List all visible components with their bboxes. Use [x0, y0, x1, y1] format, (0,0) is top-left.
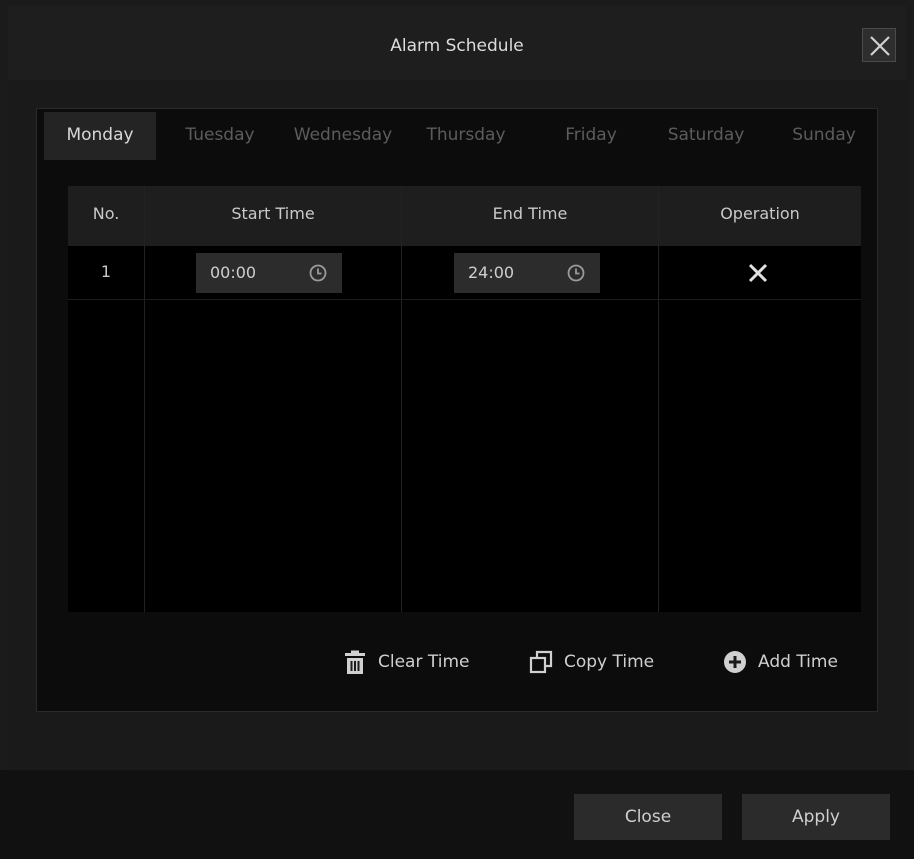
- tab-sunday[interactable]: Sunday: [774, 112, 874, 160]
- table-row: 1 00:00 24:00: [68, 246, 861, 300]
- tab-friday[interactable]: Friday: [532, 112, 650, 160]
- copy-icon: [529, 650, 553, 674]
- day-tabs: Monday Tuesday Wednesday Thursday Friday…: [44, 112, 874, 160]
- column-header-operation: Operation: [720, 204, 800, 223]
- column-header-start-time: Start Time: [231, 204, 315, 223]
- title-bar: Alarm Schedule: [8, 6, 906, 80]
- dialog-title: Alarm Schedule: [390, 36, 524, 56]
- apply-button[interactable]: Apply: [742, 794, 890, 840]
- tab-saturday[interactable]: Saturday: [644, 112, 768, 160]
- column-header-no: No.: [92, 204, 120, 223]
- column-header-end-time: End Time: [492, 204, 568, 223]
- tab-tuesday[interactable]: Tuesday: [162, 112, 278, 160]
- plus-circle-icon: [724, 651, 746, 673]
- trash-icon: [345, 650, 365, 674]
- close-button[interactable]: Close: [574, 794, 722, 840]
- end-time-input[interactable]: 24:00: [454, 253, 600, 293]
- delete-row-button[interactable]: [744, 259, 772, 287]
- clear-time-button[interactable]: Clear Time: [342, 640, 469, 684]
- copy-time-button[interactable]: Copy Time: [528, 640, 654, 684]
- schedule-table: No. Start Time End Time Operation 1 00:0…: [68, 186, 861, 612]
- start-time-value: 00:00: [210, 263, 257, 282]
- table-header: No. Start Time End Time Operation: [68, 186, 861, 246]
- tab-wednesday[interactable]: Wednesday: [278, 112, 408, 160]
- schedule-actions: Clear Time Copy Time Add Time: [0, 640, 914, 684]
- add-time-button[interactable]: Add Time: [722, 640, 838, 684]
- clear-time-label: Clear Time: [378, 652, 470, 672]
- clock-icon[interactable]: [566, 263, 586, 283]
- start-time-input[interactable]: 00:00: [196, 253, 342, 293]
- dialog-footer: Close Apply: [0, 770, 914, 859]
- close-icon: [870, 36, 890, 56]
- row-number: 1: [100, 262, 112, 281]
- tab-thursday[interactable]: Thursday: [406, 112, 526, 160]
- add-time-label: Add Time: [758, 652, 838, 672]
- copy-time-label: Copy Time: [564, 652, 655, 672]
- close-dialog-button[interactable]: [862, 28, 896, 62]
- tab-monday[interactable]: Monday: [44, 112, 156, 160]
- clock-icon[interactable]: [308, 263, 328, 283]
- end-time-value: 24:00: [468, 263, 515, 282]
- alarm-schedule-dialog: Alarm Schedule Monday Tuesday Wednesday …: [0, 0, 914, 859]
